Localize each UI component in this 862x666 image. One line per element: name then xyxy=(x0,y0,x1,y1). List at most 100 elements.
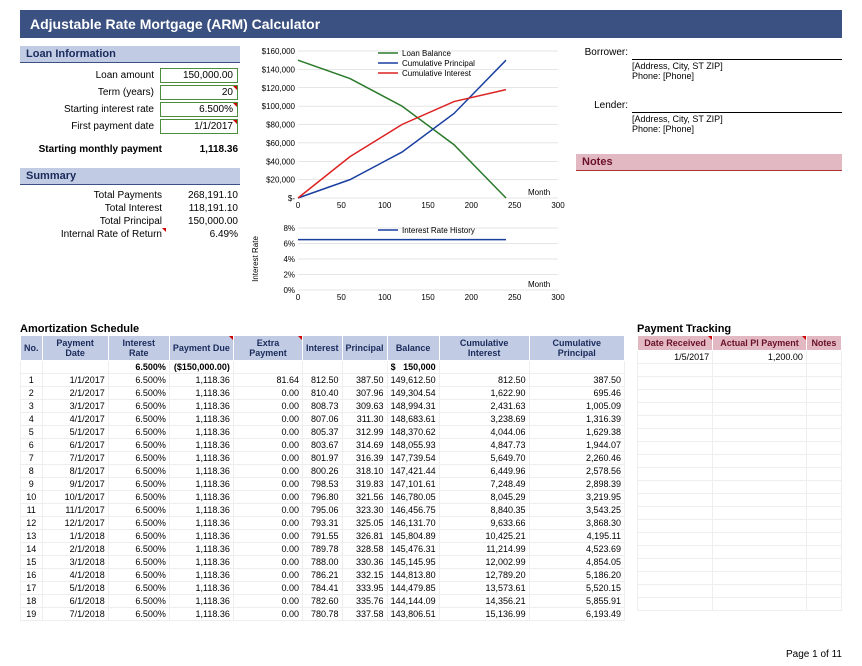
track-cell[interactable] xyxy=(806,429,841,442)
amort-cell: 1,118.36 xyxy=(169,465,233,478)
track-cell[interactable] xyxy=(806,533,841,546)
track-cell[interactable] xyxy=(806,585,841,598)
amort-cell: 2,898.39 xyxy=(529,478,624,491)
track-cell[interactable] xyxy=(638,442,713,455)
track-cell[interactable] xyxy=(638,494,713,507)
track-cell[interactable] xyxy=(713,481,807,494)
track-cell[interactable] xyxy=(806,364,841,377)
track-cell[interactable] xyxy=(713,533,807,546)
amort-cell: 4,854.05 xyxy=(529,556,624,569)
track-cell[interactable] xyxy=(713,494,807,507)
svg-text:$20,000: $20,000 xyxy=(266,176,295,185)
amort-cell: 15,136.99 xyxy=(439,608,529,621)
track-cell[interactable] xyxy=(806,403,841,416)
amort-cell: 4,195.11 xyxy=(529,530,624,543)
track-cell[interactable] xyxy=(806,507,841,520)
amort-cell: 1 xyxy=(21,374,43,387)
amort-cell: 6.500% xyxy=(108,413,169,426)
track-cell[interactable] xyxy=(713,520,807,533)
track-cell[interactable] xyxy=(806,351,841,364)
loan-info-value[interactable]: 20 xyxy=(158,84,240,101)
track-cell[interactable] xyxy=(713,377,807,390)
track-cell[interactable] xyxy=(713,598,807,611)
track-cell[interactable] xyxy=(806,494,841,507)
track-cell[interactable] xyxy=(713,585,807,598)
track-cell[interactable] xyxy=(713,507,807,520)
track-cell[interactable]: 1/5/2017 xyxy=(638,351,713,364)
amort-cell: 0.00 xyxy=(233,556,302,569)
amort-cell: 1/1/2018 xyxy=(42,530,108,543)
amort-cell: 1,118.36 xyxy=(169,608,233,621)
track-cell[interactable] xyxy=(713,455,807,468)
track-cell[interactable] xyxy=(806,481,841,494)
track-cell[interactable] xyxy=(806,546,841,559)
track-cell[interactable] xyxy=(638,572,713,585)
loan-info-value[interactable]: 150,000.00 xyxy=(158,67,240,84)
amort-cell: 0.00 xyxy=(233,543,302,556)
summary-label: Total Principal xyxy=(20,215,166,228)
track-cell[interactable] xyxy=(806,455,841,468)
track-cell[interactable] xyxy=(638,455,713,468)
loan-info-value[interactable]: 6.500% xyxy=(158,101,240,118)
track-cell[interactable] xyxy=(638,546,713,559)
summary-label: Internal Rate of Return xyxy=(20,228,166,241)
amort-cell: 788.00 xyxy=(303,556,343,569)
track-cell[interactable] xyxy=(713,390,807,403)
track-cell[interactable] xyxy=(638,559,713,572)
track-cell[interactable] xyxy=(806,416,841,429)
track-cell[interactable] xyxy=(638,429,713,442)
amort-header: Cumulative Principal xyxy=(529,336,624,361)
track-header: Notes xyxy=(806,336,841,351)
amort-cell: 6.500% xyxy=(108,478,169,491)
track-cell[interactable] xyxy=(806,377,841,390)
track-cell[interactable] xyxy=(806,390,841,403)
track-cell[interactable] xyxy=(638,416,713,429)
track-cell[interactable] xyxy=(713,429,807,442)
amort-cell xyxy=(342,361,387,374)
track-cell[interactable] xyxy=(638,507,713,520)
loan-info-value[interactable]: 1/1/2017 xyxy=(158,118,240,135)
amort-table: No.Payment DateInterest RatePayment DueE… xyxy=(20,335,625,621)
track-cell[interactable] xyxy=(638,403,713,416)
amort-cell: 6.500% xyxy=(108,530,169,543)
track-cell[interactable] xyxy=(713,468,807,481)
amort-cell: 812.50 xyxy=(439,374,529,387)
track-cell[interactable] xyxy=(806,572,841,585)
borrower-line[interactable] xyxy=(632,47,842,60)
track-cell[interactable] xyxy=(638,377,713,390)
lender-line[interactable] xyxy=(632,100,842,113)
track-cell[interactable] xyxy=(806,442,841,455)
svg-text:Interest Rate History: Interest Rate History xyxy=(402,226,475,235)
track-cell[interactable] xyxy=(806,468,841,481)
loan-info-label: Starting interest rate xyxy=(20,101,158,118)
amort-cell: 800.26 xyxy=(303,465,343,478)
track-cell[interactable]: 1,200.00 xyxy=(713,351,807,364)
amort-cell: 13,573.61 xyxy=(439,582,529,595)
track-cell[interactable] xyxy=(638,520,713,533)
track-cell[interactable] xyxy=(713,442,807,455)
track-cell[interactable] xyxy=(638,364,713,377)
track-cell[interactable] xyxy=(638,481,713,494)
track-cell[interactable] xyxy=(713,364,807,377)
track-cell[interactable] xyxy=(638,533,713,546)
track-cell[interactable] xyxy=(713,416,807,429)
track-cell[interactable] xyxy=(713,403,807,416)
track-cell[interactable] xyxy=(806,559,841,572)
track-cell[interactable] xyxy=(638,390,713,403)
amort-cell: 17 xyxy=(21,582,43,595)
track-cell[interactable] xyxy=(806,520,841,533)
track-cell[interactable] xyxy=(713,559,807,572)
amort-cell: 148,370.62 xyxy=(387,426,439,439)
amort-cell: 5,649.70 xyxy=(439,452,529,465)
track-cell[interactable] xyxy=(713,546,807,559)
svg-text:0: 0 xyxy=(296,201,301,210)
track-cell[interactable] xyxy=(638,585,713,598)
amort-cell: 1,118.36 xyxy=(169,400,233,413)
amort-cell: 8/1/2017 xyxy=(42,465,108,478)
amort-cell: 307.96 xyxy=(342,387,387,400)
track-cell[interactable] xyxy=(638,598,713,611)
track-cell[interactable] xyxy=(638,468,713,481)
track-cell[interactable] xyxy=(806,598,841,611)
amort-cell: 309.63 xyxy=(342,400,387,413)
track-cell[interactable] xyxy=(713,572,807,585)
